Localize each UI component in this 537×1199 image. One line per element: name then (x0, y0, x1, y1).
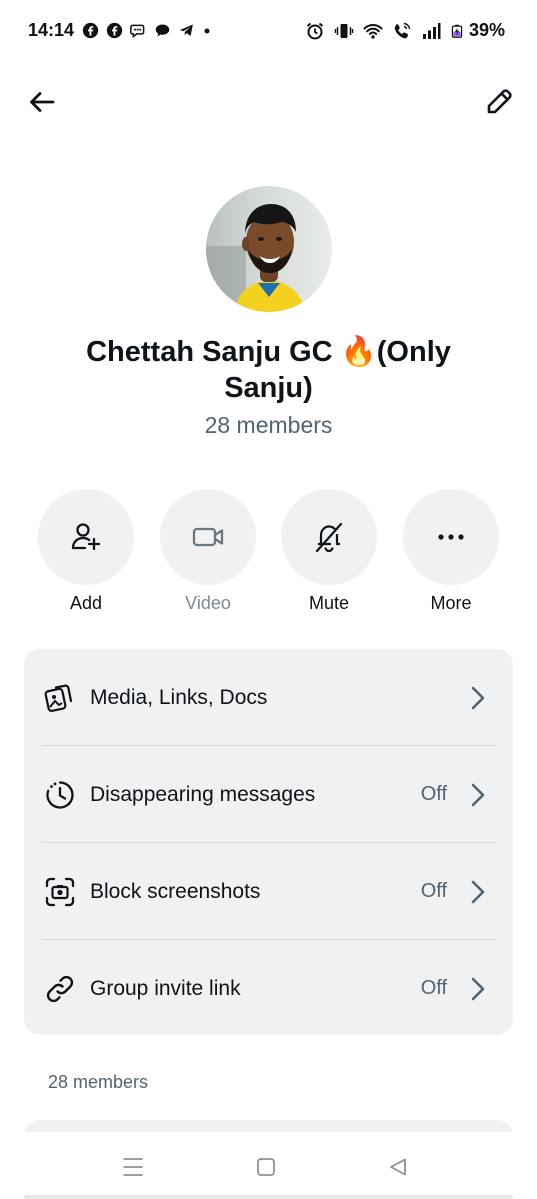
group-invite-link-row[interactable]: Group invite link Off (24, 940, 513, 1037)
mute-label: Mute (308, 593, 350, 613)
system-back-button[interactable] (385, 1154, 411, 1180)
disappearing-messages-label: Disappearing messages (90, 782, 316, 806)
arrow-left-icon (30, 92, 55, 112)
add-button-circle[interactable] (38, 489, 134, 585)
more-button[interactable]: More (403, 489, 499, 614)
add-label: Add (69, 593, 103, 613)
group-name: Chettah Sanju GC 🔥(Only Sanju) (86, 336, 451, 404)
video-camera-icon (192, 527, 224, 547)
settings-card: Media, Links, Docs Disappearing messages… (24, 649, 513, 1035)
chat-icon (155, 24, 170, 37)
gesture-bar (24, 1195, 513, 1199)
chevron-right-icon (467, 685, 489, 711)
video-button-circle[interactable] (160, 489, 256, 585)
back-triangle-icon (390, 1158, 406, 1176)
media-links-docs-label: Media, Links, Docs (90, 685, 268, 709)
wifi-icon (363, 23, 383, 39)
facebook-icon (106, 22, 123, 39)
alarm-icon (306, 22, 324, 39)
signal-icon (422, 22, 441, 39)
system-icons: 39% (305, 20, 505, 41)
more-button-circle[interactable] (403, 489, 499, 585)
link-icon (42, 971, 78, 1007)
disappearing-messages-value: Off (420, 783, 447, 805)
more-dots-icon (438, 534, 464, 540)
chevron-right-icon (467, 879, 489, 905)
more-label: More (430, 593, 472, 613)
telegram-icon (179, 24, 193, 37)
notification-icons (82, 22, 212, 39)
dot-icon (204, 28, 210, 33)
mute-button-circle[interactable] (281, 489, 377, 585)
block-screenshots-row[interactable]: Block screenshots Off (24, 843, 513, 940)
chevron-right-icon (467, 976, 489, 1002)
battery-percent: 39% (468, 20, 505, 40)
facebook-icon (82, 22, 99, 39)
group-invite-link-value: Off (420, 977, 447, 999)
mute-button[interactable]: Mute (281, 489, 377, 614)
recents-button[interactable] (120, 1154, 146, 1180)
wifi-call-icon (394, 22, 411, 38)
video-button[interactable]: Video (160, 489, 256, 614)
screenshot-block-icon (42, 874, 78, 910)
block-screenshots-value: Off (420, 880, 447, 902)
member-count[interactable]: 28 members (0, 412, 537, 439)
add-button[interactable]: Add (38, 489, 134, 614)
disappearing-messages-row[interactable]: Disappearing messages Off (24, 746, 513, 843)
avatar-photo (206, 186, 332, 312)
block-screenshots-label: Block screenshots (90, 879, 261, 903)
back-button[interactable] (24, 84, 60, 120)
status-time: 14:14 (28, 20, 75, 40)
chevron-right-icon (467, 782, 489, 808)
media-links-docs-row[interactable]: Media, Links, Docs (24, 649, 513, 746)
pencil-icon (487, 89, 512, 114)
add-user-icon (71, 523, 101, 551)
battery-charging-icon (451, 24, 463, 38)
status-bar: 14:14 39% (0, 0, 537, 62)
system-navigation-bar (0, 1132, 537, 1199)
messenger-icon (130, 24, 145, 38)
group-invite-link-label: Group invite link (90, 976, 241, 1000)
media-stack-icon (42, 680, 78, 716)
home-button[interactable] (253, 1154, 279, 1180)
home-square-icon (257, 1158, 275, 1176)
timer-icon (42, 777, 78, 813)
vibrate-icon (334, 23, 354, 38)
group-avatar[interactable] (206, 186, 332, 312)
action-buttons: Add Video Mute More (38, 489, 499, 619)
bell-off-icon (315, 522, 343, 553)
edit-button[interactable] (481, 84, 517, 120)
video-label: Video (185, 593, 231, 613)
menu-lines-icon (123, 1158, 143, 1176)
members-section-heading: 28 members (48, 1072, 149, 1092)
